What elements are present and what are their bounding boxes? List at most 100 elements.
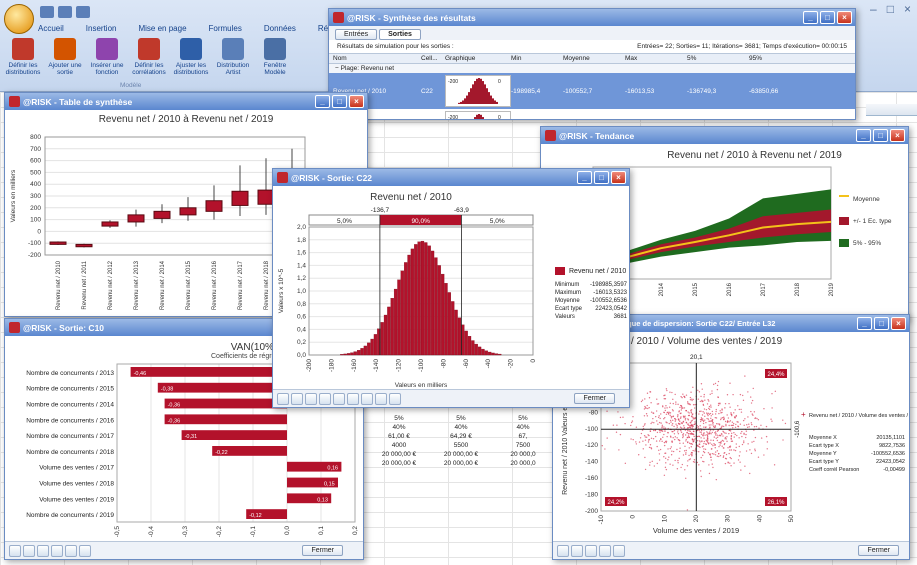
stat-icon[interactable]: [361, 392, 373, 405]
scatter-point: [667, 412, 670, 415]
redo-icon[interactable]: [76, 6, 90, 18]
scatter-point: [645, 436, 648, 438]
maximize-icon[interactable]: □: [820, 11, 835, 24]
output-titlebar[interactable]: @RISK - Sortie: C22 _ □ ×: [273, 169, 629, 186]
scatter-point: [682, 415, 685, 417]
ribbon-tab[interactable]: Insertion: [86, 24, 117, 33]
ribbon-button[interactable]: Ajouter une sortie: [46, 38, 84, 76]
scatter-point: [658, 421, 661, 424]
maximize-icon[interactable]: □: [873, 129, 888, 142]
summary-group-row[interactable]: − Plage: Revenu net: [329, 64, 855, 73]
histogram-bar: [414, 244, 418, 356]
close-icon[interactable]: ×: [891, 317, 906, 330]
bar-value-label: -0,38: [161, 387, 174, 393]
scatter-point: [747, 443, 749, 445]
office-button[interactable]: [4, 4, 34, 34]
ribbon-tab[interactable]: Accueil: [38, 24, 64, 33]
x-axis-label: Valeurs en milliers: [395, 382, 448, 389]
scatter-point: [680, 409, 683, 411]
save-icon[interactable]: [40, 6, 54, 18]
scatter-point: [690, 446, 693, 448]
scatter-point: [664, 440, 667, 443]
close-icon[interactable]: ×: [837, 11, 852, 24]
tornado-icon[interactable]: [333, 392, 345, 405]
ribbon-button-label: Définir les corrélations: [132, 62, 166, 76]
undo-icon[interactable]: [58, 6, 72, 18]
chart-icon[interactable]: [23, 544, 35, 557]
ribbon-button[interactable]: Définir les corrélations: [130, 38, 168, 76]
info-icon[interactable]: [277, 392, 289, 405]
x-tick-label: -160: [351, 359, 358, 372]
bar-value-label: -0,36: [168, 403, 181, 409]
ribbon-button[interactable]: Distribution Artist: [214, 38, 252, 76]
ribbon-button[interactable]: Définir les distributions: [4, 38, 42, 76]
close-button[interactable]: Fermer: [574, 393, 615, 404]
info-icon[interactable]: [9, 544, 21, 557]
summary-titlebar[interactable]: @RISK - Synthèse des résultats _ □ ×: [329, 9, 855, 26]
histogram-bar: [340, 354, 344, 356]
scatter-point: [619, 433, 622, 436]
scatter-point: [635, 443, 638, 445]
band-label: 5,0%: [490, 218, 505, 225]
ribbon-button[interactable]: Ajuster les distributions: [172, 38, 210, 76]
table-row[interactable]: Revenu net / 2010 C22 -200 0 -198985,4 -10055…: [329, 73, 855, 109]
maximize-icon[interactable]: □: [874, 317, 889, 330]
minimize-icon[interactable]: –: [870, 2, 877, 16]
histogram-icon[interactable]: [51, 544, 63, 557]
scatter-point: [656, 462, 658, 465]
summary-table-titlebar[interactable]: @RISK - Table de synthèse _ □ ×: [5, 93, 367, 110]
column-header[interactable]: [866, 104, 917, 116]
stat-value: 3681: [613, 314, 627, 320]
scatter-point: [604, 448, 606, 450]
scatter-point: [682, 436, 684, 439]
tab-sorties[interactable]: Sorties: [379, 29, 421, 40]
scatter-point: [643, 434, 646, 437]
table-icon[interactable]: [37, 544, 49, 557]
area-icon[interactable]: [79, 544, 91, 557]
trend-titlebar[interactable]: @RISK - Tendance _ □ ×: [541, 127, 908, 144]
ribbon-tab[interactable]: Formules: [209, 24, 242, 33]
tab-entrees[interactable]: Entrées: [335, 29, 378, 40]
maximize-icon[interactable]: □: [332, 95, 347, 108]
close-button[interactable]: Fermer: [302, 545, 343, 556]
scatter-point: [668, 411, 670, 414]
zoom-in-icon[interactable]: [375, 392, 387, 405]
scatter-point: [702, 445, 704, 447]
close-icon[interactable]: ×: [890, 129, 905, 142]
minimize-icon[interactable]: _: [315, 95, 330, 108]
minimize-icon[interactable]: _: [803, 11, 818, 24]
chart-icon[interactable]: [291, 392, 303, 405]
table-row[interactable]: Revenu net / 2011D22-2000-19680: [329, 109, 855, 119]
zoom-out-icon[interactable]: [389, 392, 401, 405]
zoom-in-icon[interactable]: [599, 544, 611, 557]
minimize-icon[interactable]: _: [577, 171, 592, 184]
scatter-point: [689, 424, 692, 427]
close-icon[interactable]: ×: [611, 171, 626, 184]
table-icon[interactable]: [305, 392, 317, 405]
restore-icon[interactable]: □: [887, 2, 894, 16]
close-icon[interactable]: ×: [904, 2, 911, 16]
scatter-icon[interactable]: [585, 544, 597, 557]
tornado-icon[interactable]: [65, 544, 77, 557]
close-button[interactable]: Fermer: [858, 545, 899, 556]
ribbon-tab[interactable]: Données: [264, 24, 296, 33]
maximize-icon[interactable]: □: [594, 171, 609, 184]
stat-key: Moyenne: [555, 298, 580, 304]
minimize-icon[interactable]: _: [857, 317, 872, 330]
ribbon-button[interactable]: Insérer une fonction: [88, 38, 126, 76]
histogram-bar: [467, 336, 472, 356]
scatter-point: [685, 449, 687, 452]
zoom-out-icon[interactable]: [613, 544, 625, 557]
info-icon[interactable]: [557, 544, 569, 557]
histogram-icon[interactable]: [319, 392, 331, 405]
area-icon[interactable]: [347, 392, 359, 405]
chart-icon[interactable]: [571, 544, 583, 557]
scatter-point: [700, 410, 702, 412]
close-icon[interactable]: ×: [349, 95, 364, 108]
scatter-point: [736, 434, 738, 437]
ribbon-button[interactable]: Fenêtre Modèle: [256, 38, 294, 76]
ribbon-button-label: Fenêtre Modèle: [263, 62, 287, 76]
scatter-point: [688, 436, 691, 438]
ribbon-tab[interactable]: Mise en page: [138, 24, 186, 33]
minimize-icon[interactable]: _: [856, 129, 871, 142]
